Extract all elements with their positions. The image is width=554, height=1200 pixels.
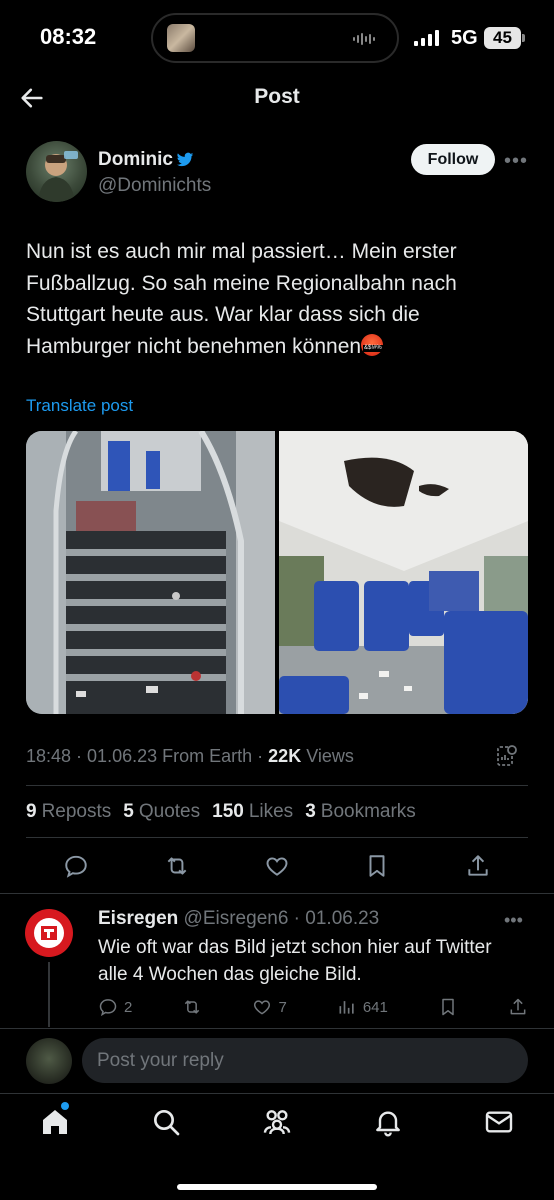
nav-communities[interactable]	[261, 1106, 293, 1138]
communities-icon	[263, 1110, 291, 1135]
post-text-content: Nun ist es auch mir mal passiert… Mein e…	[26, 240, 457, 358]
train-interior-photo[interactable]	[279, 431, 528, 714]
now-playing-thumbnail	[167, 24, 195, 52]
post-time: 18:48	[26, 746, 72, 766]
reply-replies-count: 2	[124, 998, 133, 1016]
like-icon	[254, 1000, 271, 1015]
reply-repost-button[interactable]	[182, 997, 202, 1017]
nav-search[interactable]	[150, 1106, 182, 1138]
reply-more-options-icon[interactable]: •••	[504, 910, 523, 931]
translate-post-link[interactable]: Translate post	[26, 396, 133, 416]
thread-line	[48, 962, 50, 1027]
reposts-count: 9	[26, 801, 37, 822]
follow-button[interactable]: Follow	[411, 144, 495, 175]
dynamic-island	[151, 13, 399, 63]
likes-stat[interactable]: 150 Likes	[212, 801, 293, 823]
reply-action-bar: 2 7 641	[98, 997, 528, 1017]
repost-icon[interactable]	[164, 853, 190, 879]
reply-author-handle[interactable]: @Eisregen6	[184, 908, 289, 929]
battery-tip	[522, 34, 525, 42]
reposts-stat[interactable]: 9 Reposts	[26, 801, 111, 823]
reply-likes-count: 7	[278, 998, 287, 1016]
views-count: 22K	[268, 746, 302, 766]
reply-icon	[99, 999, 117, 1017]
quotes-count: 5	[123, 801, 134, 822]
mail-icon	[485, 1111, 512, 1133]
nav-notifications[interactable]	[372, 1106, 404, 1138]
quotes-label: Quotes	[138, 801, 201, 822]
reply-date: 01.06.23	[305, 908, 380, 929]
bottom-nav	[0, 1102, 554, 1138]
post-action-bar	[26, 853, 528, 879]
author-handle[interactable]: @Dominichts	[98, 175, 211, 197]
share-icon[interactable]	[465, 853, 491, 879]
likes-count: 150	[212, 801, 244, 822]
bookmarks-label: Bookmarks	[320, 801, 416, 822]
post-date: 01.06.23	[87, 746, 158, 766]
nav-messages[interactable]	[483, 1106, 515, 1138]
more-options-icon[interactable]: •••	[504, 150, 528, 173]
reply-reply-button[interactable]: 2	[98, 997, 132, 1017]
likes-label: Likes	[248, 801, 294, 822]
divider	[0, 1093, 554, 1094]
divider	[26, 785, 528, 786]
post-stats: 9 Reposts 5 Quotes 150 Likes 3 Bookmarks	[26, 801, 428, 823]
bird-icon	[176, 152, 194, 167]
home-icon	[43, 1110, 68, 1134]
bookmarks-count: 3	[305, 801, 316, 822]
reply-author-avatar[interactable]	[25, 909, 73, 957]
search-icon	[154, 1110, 180, 1136]
post-media[interactable]	[26, 431, 528, 714]
views-chart-icon	[339, 1001, 354, 1014]
reposts-label: Reposts	[41, 801, 112, 822]
like-icon[interactable]	[264, 853, 290, 879]
train-stairs-photo[interactable]	[26, 431, 275, 714]
post-source: From Earth	[162, 746, 253, 766]
home-indicator[interactable]	[177, 1184, 377, 1190]
divider	[26, 837, 528, 838]
reply-icon[interactable]	[63, 853, 89, 879]
status-time: 08:32	[40, 24, 97, 49]
author-name-text: Dominic	[98, 149, 173, 170]
reply-share-button[interactable]	[508, 997, 528, 1017]
divider	[0, 893, 554, 894]
reply-like-button[interactable]: 7	[252, 997, 287, 1017]
post-text: Nun ist es auch mir mal passiert… Mein e…	[26, 236, 526, 362]
reply-views-count: 641	[362, 998, 388, 1016]
bookmarks-stat[interactable]: 3 Bookmarks	[305, 801, 416, 823]
author-avatar[interactable]	[26, 141, 87, 202]
my-avatar	[26, 1038, 72, 1084]
page-title: Post	[254, 85, 300, 108]
nav-home[interactable]	[39, 1102, 71, 1138]
share-icon	[510, 998, 526, 1015]
divider	[0, 1028, 554, 1029]
audio-wave-icon	[353, 33, 375, 45]
bookmark-icon[interactable]	[364, 853, 390, 879]
author-name[interactable]: Dominic	[98, 149, 194, 171]
signal-icon	[414, 30, 439, 46]
reply-author-name[interactable]: Eisregen	[98, 908, 178, 929]
repost-icon	[185, 1000, 200, 1014]
reply-input[interactable]: Post your reply	[82, 1038, 528, 1083]
analytics-icon[interactable]	[496, 744, 518, 768]
reply-text: Wie oft war das Bild jetzt schon hier au…	[98, 937, 492, 985]
views-label: Views	[306, 746, 354, 766]
reply-views-button[interactable]: 641	[337, 997, 388, 1017]
bookmark-icon	[442, 998, 454, 1016]
battery-icon: 45	[484, 27, 521, 49]
quotes-stat[interactable]: 5 Quotes	[123, 801, 200, 823]
bell-icon	[375, 1111, 400, 1137]
angry-face-emoji-icon	[361, 333, 384, 356]
reply-header: Eisregen @Eisregen6 · 01.06.23	[98, 908, 380, 929]
network-label: 5G	[451, 27, 478, 49]
reply-bookmark-button[interactable]	[438, 997, 458, 1017]
post-meta: 18:48 · 01.06.23 From Earth · 22K Views	[26, 746, 354, 766]
